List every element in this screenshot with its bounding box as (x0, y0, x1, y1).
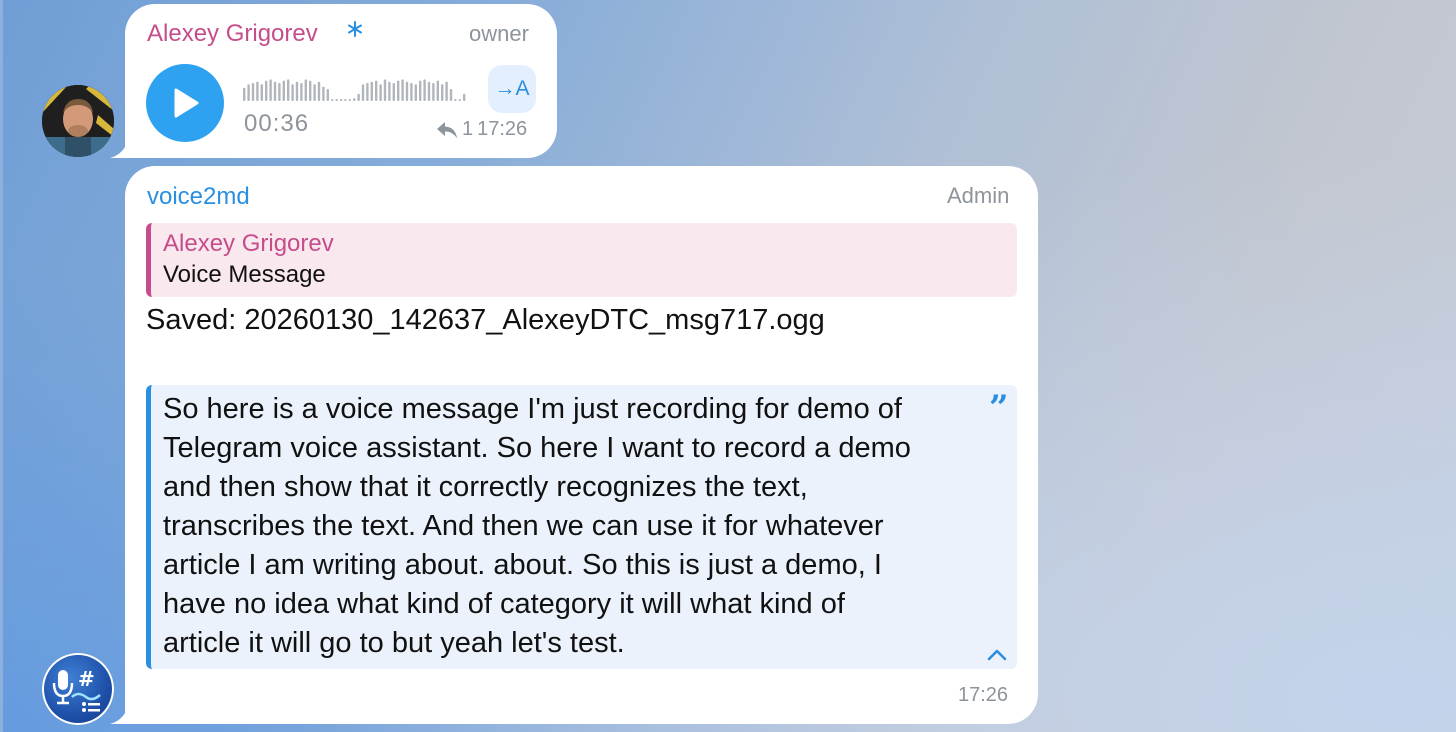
snowflake-badge-icon[interactable] (347, 21, 363, 37)
play-button[interactable] (146, 64, 224, 142)
waveform-bar (265, 80, 268, 101)
chevron-up-icon[interactable] (986, 648, 1008, 662)
waveform-bar (269, 79, 272, 101)
message-sender-name[interactable]: Alexey Grigorev (147, 20, 318, 48)
user-avatar[interactable] (42, 85, 114, 157)
waveform-bar (322, 86, 325, 101)
waveform-bar (339, 99, 343, 101)
waveform-bar (357, 93, 360, 101)
waveform-bar (445, 81, 448, 101)
bot-avatar[interactable]: # (42, 653, 114, 725)
transcribe-button[interactable]: →A (488, 65, 536, 113)
waveform-bar (304, 79, 307, 101)
waveform-bar (291, 84, 294, 101)
waveform-bar (273, 81, 277, 101)
waveform-bar (427, 81, 431, 101)
waveform-bar (243, 87, 246, 101)
waveform-bar (463, 93, 466, 101)
waveform-bar (335, 99, 338, 101)
transcript-text: So here is a voice message I'm just reco… (163, 393, 911, 659)
waveform-bar (317, 81, 321, 101)
waveform-bar (348, 99, 351, 101)
sender-role-badge: Admin (947, 183, 1010, 208)
waveform-bar (361, 84, 365, 101)
waveform-bar (419, 80, 422, 101)
waveform-bar (278, 83, 281, 101)
waveform-bar (392, 83, 395, 101)
waveform-bar (295, 81, 299, 101)
waveform-bar (375, 80, 378, 101)
waveform-bar (405, 81, 409, 101)
waveform-bar (436, 80, 439, 101)
waveform-bar (353, 98, 356, 101)
waveform-bar (397, 80, 400, 101)
chat-left-edge (0, 0, 3, 732)
reply-quote-author: Alexey Grigorev (163, 230, 334, 257)
user-avatar-image (42, 85, 114, 157)
waveform-bar (326, 89, 329, 101)
waveform-bar (366, 83, 369, 101)
waveform-bar (300, 83, 303, 101)
message-time: 17:26 (958, 684, 1009, 706)
waveform-bar (370, 81, 373, 101)
waveform-bar (388, 81, 391, 101)
quote-mark-icon: ” (989, 388, 1009, 428)
waveform-bar (379, 84, 382, 101)
waveform-bar (458, 99, 461, 101)
waveform-bar (432, 83, 435, 101)
waveform-bar (344, 99, 347, 101)
message-time: 17:26 (477, 118, 528, 140)
sender-role-badge: owner (469, 21, 529, 46)
voice-waveform[interactable] (243, 76, 469, 102)
voice2md-logo-icon: # (52, 667, 101, 712)
play-icon (174, 88, 199, 118)
bot-sender-name[interactable]: voice2md (147, 183, 250, 211)
waveform-bar (256, 81, 259, 101)
waveform-bar (309, 80, 312, 101)
reply-arrow-icon (437, 121, 457, 138)
waveform-bar (441, 84, 444, 101)
svg-text:#: # (78, 667, 95, 691)
waveform-bar (449, 89, 453, 101)
waveform-bar (401, 79, 404, 101)
waveform-bar (423, 79, 426, 101)
reply-quote-text: Voice Message (163, 261, 326, 288)
waveform-bar (287, 79, 290, 101)
waveform-bar (414, 84, 417, 101)
waveform-bar (410, 83, 413, 101)
waveform-bar (383, 79, 387, 101)
waveform-bar (282, 80, 285, 101)
waveform-bar (331, 99, 334, 101)
waveform-bar (247, 84, 250, 101)
reply-count[interactable]: 1 (462, 118, 473, 141)
voice-duration: 00:36 (244, 110, 310, 137)
waveform-bar (454, 99, 457, 101)
saved-file-line: Saved: 20260130_142637_AlexeyDTC_msg717.… (146, 304, 825, 336)
message-meta: 1 17:26 (436, 118, 527, 141)
waveform-bar (313, 84, 316, 101)
waveform-bar (251, 83, 255, 101)
waveform-bar (260, 84, 263, 101)
